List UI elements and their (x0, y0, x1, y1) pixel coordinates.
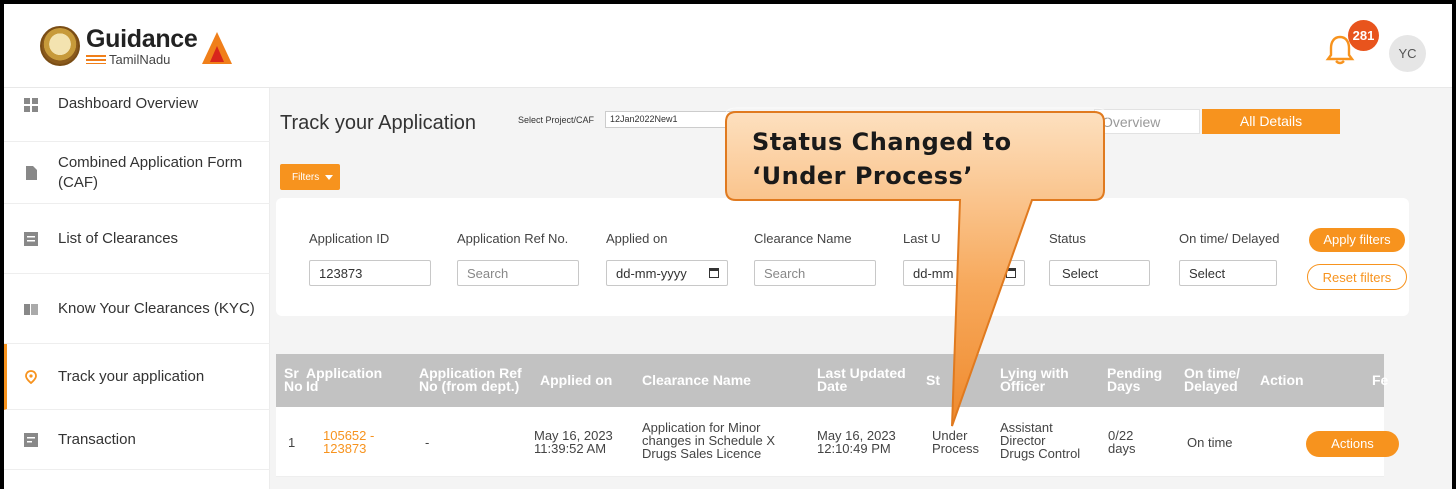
col-sr-no: Sr No (284, 365, 303, 394)
last-updated-label: Last U (903, 231, 941, 246)
logo-main-text: Guidance (86, 24, 198, 53)
calendar-icon (709, 268, 719, 278)
cell-pending-days: 0/22 days (1108, 429, 1135, 455)
notification-badge[interactable]: 281 (1348, 20, 1379, 51)
table-row[interactable]: 1 105652 -123873 - May 16, 2023 11:39:52 … (276, 407, 1384, 477)
sidebar-item-transaction[interactable]: Transaction (4, 410, 270, 470)
book-icon (24, 303, 38, 315)
top-header: Guidance TamilNadu 281 YC (4, 4, 1452, 88)
cell-status: Under Process (932, 429, 979, 455)
calendar-icon (1006, 268, 1016, 278)
clearance-name-input[interactable]: Search (754, 260, 876, 286)
sidebar-item-label: Combined Application Form (CAF) (58, 153, 243, 191)
grid-icon (24, 98, 38, 112)
cell-applied-on-time: 11:39:52 AM (534, 441, 607, 456)
applied-on-label: Applied on (606, 231, 668, 246)
list-icon (24, 231, 38, 246)
document-icon (26, 165, 37, 180)
cell-officer-line3: Drugs Control (1000, 446, 1081, 461)
callout-text: Status Changed to ‘Under Process’ (752, 125, 1098, 193)
last-updated-placeholder: dd-mm (913, 266, 954, 281)
cell-sr: 1 (288, 435, 296, 450)
applied-on-date-input[interactable]: dd-mm-yyyy (606, 260, 728, 286)
cell-application-id-line2: 123873 (323, 441, 367, 456)
project-select[interactable]: 12Jan2022New1 (605, 111, 755, 128)
application-ref-input[interactable]: Search (457, 260, 579, 286)
col-status: St s (926, 372, 964, 388)
col-application-id: Application Id (306, 365, 383, 394)
cell-pending-line2: days (1108, 441, 1136, 456)
on-time-select[interactable]: Select (1179, 260, 1277, 286)
logo-text: Guidance TamilNadu (86, 24, 198, 66)
sidebar-item-label: Dashboard Overview (58, 95, 199, 112)
actions-button[interactable]: Actions (1306, 431, 1399, 457)
reset-filters-button[interactable]: Reset filters (1307, 264, 1407, 290)
application-id-label: Application ID (309, 231, 390, 246)
filters-button[interactable]: Filters (280, 164, 340, 190)
apply-filters-button[interactable]: Apply filters (1309, 228, 1405, 252)
filter-panel: Application ID 123873 Application Ref No… (276, 198, 1409, 316)
page-title: Track your Application (280, 112, 477, 134)
sidebar-item-label: Know Your Clearances (KYC) (58, 300, 255, 317)
col-pending-days: Pending Days (1107, 365, 1163, 394)
cell-application-id[interactable]: 105652 -123873 (323, 429, 374, 455)
sidebar: Dashboard Overview Combined Application … (4, 88, 270, 489)
col-application-ref: Application Ref No (from dept.) (419, 365, 522, 394)
cell-on-time: On time (1187, 435, 1233, 450)
receipt-icon (24, 432, 38, 447)
application-id-input[interactable]: 123873 (309, 260, 431, 286)
col-action: Action (1260, 372, 1304, 388)
clearance-name-label: Clearance Name (754, 231, 852, 246)
user-avatar[interactable]: YC (1389, 35, 1426, 72)
last-updated-date-input[interactable]: dd-mm (903, 260, 1025, 286)
status-label: Status (1049, 231, 1086, 246)
table-header: Sr No Application Id Application Ref No … (276, 354, 1388, 407)
cell-application-ref: - (425, 435, 430, 450)
location-pin-icon (25, 369, 37, 384)
caret-down-icon (325, 174, 334, 180)
sidebar-item-dashboard[interactable]: Dashboard Overview (4, 88, 270, 142)
tab-all-details[interactable]: All Details (1202, 109, 1340, 134)
filters-button-label: Filters (292, 172, 320, 183)
guidance-logo[interactable]: Guidance TamilNadu (40, 26, 232, 66)
on-time-label: On time/ Delayed (1179, 231, 1280, 246)
col-applied-on: Applied on (540, 372, 613, 388)
logo-flame-icon (201, 32, 232, 64)
cell-updated-time: 12:10:49 PM (817, 441, 891, 456)
col-fee: Fe (1372, 372, 1389, 388)
sidebar-item-label: Transaction (58, 431, 136, 448)
logo-sub-label: TamilNadu (109, 51, 171, 67)
sidebar-item-label: List of Clearances (58, 230, 179, 247)
sidebar-item-clearances[interactable]: List of Clearances (4, 204, 270, 274)
status-select[interactable]: Select (1049, 260, 1150, 286)
callout-line2: ‘Under Process’ (752, 162, 973, 190)
sidebar-item-track[interactable]: Track your application (4, 344, 270, 410)
logo-sub-text: TamilNadu (86, 53, 198, 66)
app-window: Guidance TamilNadu 281 YC Dashboard Over… (0, 0, 1456, 489)
col-on-time: On time/ Delayed (1184, 365, 1241, 394)
cell-lying-with: Assistant Director Drugs Control (1000, 421, 1080, 460)
tab-overview[interactable]: Overview (1094, 109, 1200, 134)
sidebar-item-caf[interactable]: Combined Application Form (CAF) (4, 142, 270, 204)
cell-status-line2: Process (932, 441, 979, 456)
logo-bars-icon (86, 54, 106, 64)
applied-on-placeholder: dd-mm-yyyy (616, 266, 687, 281)
cell-last-updated: May 16, 2023 12:10:49 PM (817, 429, 896, 455)
project-select-label: Select Project/CAF (518, 115, 595, 125)
sidebar-item-kyc[interactable]: Know Your Clearances (KYC) (4, 274, 270, 344)
col-clearance-name: Clearance Name (642, 372, 751, 388)
tamilnadu-seal-icon (40, 26, 80, 66)
application-ref-label: Application Ref No. (457, 231, 569, 246)
sidebar-item-label: Track your application (58, 368, 205, 385)
callout-line1: Status Changed to (752, 128, 1012, 156)
cell-clearance-name: Application for Minor changes in Schedule… (642, 421, 775, 460)
cell-clearance-line3: Drugs Sales Licence (642, 446, 762, 461)
col-last-updated: Last Updated Date (817, 365, 906, 394)
col-lying-with: Lying with Officer (1000, 365, 1069, 394)
cell-applied-on: May 16, 2023 11:39:52 AM (534, 429, 613, 455)
